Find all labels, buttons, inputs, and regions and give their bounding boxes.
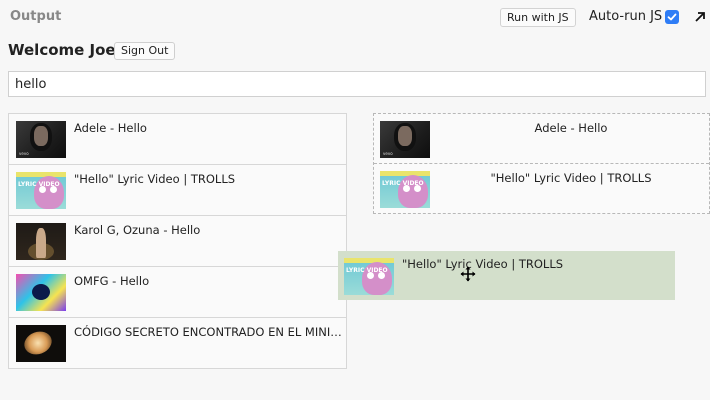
search-results-list: vevo Adele - Hello LYRIC VIDEO "Hello" L… bbox=[8, 113, 347, 369]
thumbnail-tag: vevo bbox=[19, 151, 29, 156]
list-item-title: "Hello" Lyric Video | TROLLS bbox=[74, 172, 236, 186]
list-item[interactable]: Karol G, Ozuna - Hello bbox=[9, 216, 346, 267]
thumbnail-text: LYRIC VIDEO bbox=[346, 267, 388, 274]
trolls-thumbnail: LYRIC VIDEO bbox=[380, 171, 430, 208]
list-item-title: OMFG - Hello bbox=[74, 274, 150, 288]
output-toolbar: Output Run with JS Auto-run JS bbox=[0, 0, 710, 34]
dropped-item[interactable]: vevo Adele - Hello bbox=[374, 114, 709, 164]
list-item-title: Adele - Hello bbox=[74, 121, 147, 135]
list-item[interactable]: LYRIC VIDEO "Hello" Lyric Video | TROLLS bbox=[9, 165, 346, 216]
checkmark-icon bbox=[667, 13, 677, 21]
autorun-checkbox[interactable] bbox=[665, 10, 679, 24]
list-item[interactable]: vevo Adele - Hello bbox=[9, 114, 346, 165]
trolls-thumbnail: LYRIC VIDEO bbox=[344, 258, 394, 295]
autorun-label: Auto-run JS bbox=[589, 9, 663, 24]
codigo-thumbnail bbox=[16, 325, 66, 362]
dragging-item-title: "Hello" Lyric Video | TROLLS bbox=[402, 257, 564, 271]
thumbnail-text: LYRIC VIDEO bbox=[382, 180, 424, 187]
dragging-item[interactable]: LYRIC VIDEO "Hello" Lyric Video | TROLLS bbox=[338, 251, 675, 300]
expand-arrow-icon[interactable] bbox=[693, 9, 707, 23]
list-item-title: CÓDIGO SECRETO ENCONTRADO EN EL MINIJUEG… bbox=[74, 325, 342, 339]
list-item[interactable]: OMFG - Hello bbox=[9, 267, 346, 318]
dropped-item[interactable]: LYRIC VIDEO "Hello" Lyric Video | TROLLS bbox=[374, 164, 709, 213]
trolls-thumbnail: LYRIC VIDEO bbox=[16, 172, 66, 209]
output-title: Output bbox=[10, 9, 62, 24]
dropped-item-title: Adele - Hello bbox=[534, 121, 608, 135]
search-input[interactable] bbox=[8, 71, 706, 97]
karol-thumbnail bbox=[16, 223, 66, 260]
run-with-js-button[interactable]: Run with JS bbox=[500, 8, 576, 27]
adele-thumbnail: vevo bbox=[16, 121, 66, 158]
thumbnail-text: LYRIC VIDEO bbox=[18, 181, 60, 188]
dropped-item-title: "Hello" Lyric Video | TROLLS bbox=[490, 171, 652, 185]
output-panel: Output Run with JS Auto-run JS Welcome J… bbox=[0, 0, 710, 400]
thumbnail-tag: vevo bbox=[383, 151, 393, 156]
drop-target-list[interactable]: vevo Adele - Hello LYRIC VIDEO "Hello" L… bbox=[373, 113, 710, 214]
omfg-thumbnail bbox=[16, 274, 66, 311]
move-cursor-icon bbox=[460, 266, 476, 282]
welcome-message: Welcome Joel! bbox=[8, 41, 128, 59]
adele-thumbnail: vevo bbox=[380, 121, 430, 158]
sign-out-button[interactable]: Sign Out bbox=[114, 42, 176, 60]
list-item-title: Karol G, Ozuna - Hello bbox=[74, 223, 201, 237]
list-item[interactable]: CÓDIGO SECRETO ENCONTRADO EN EL MINIJUEG… bbox=[9, 318, 346, 368]
